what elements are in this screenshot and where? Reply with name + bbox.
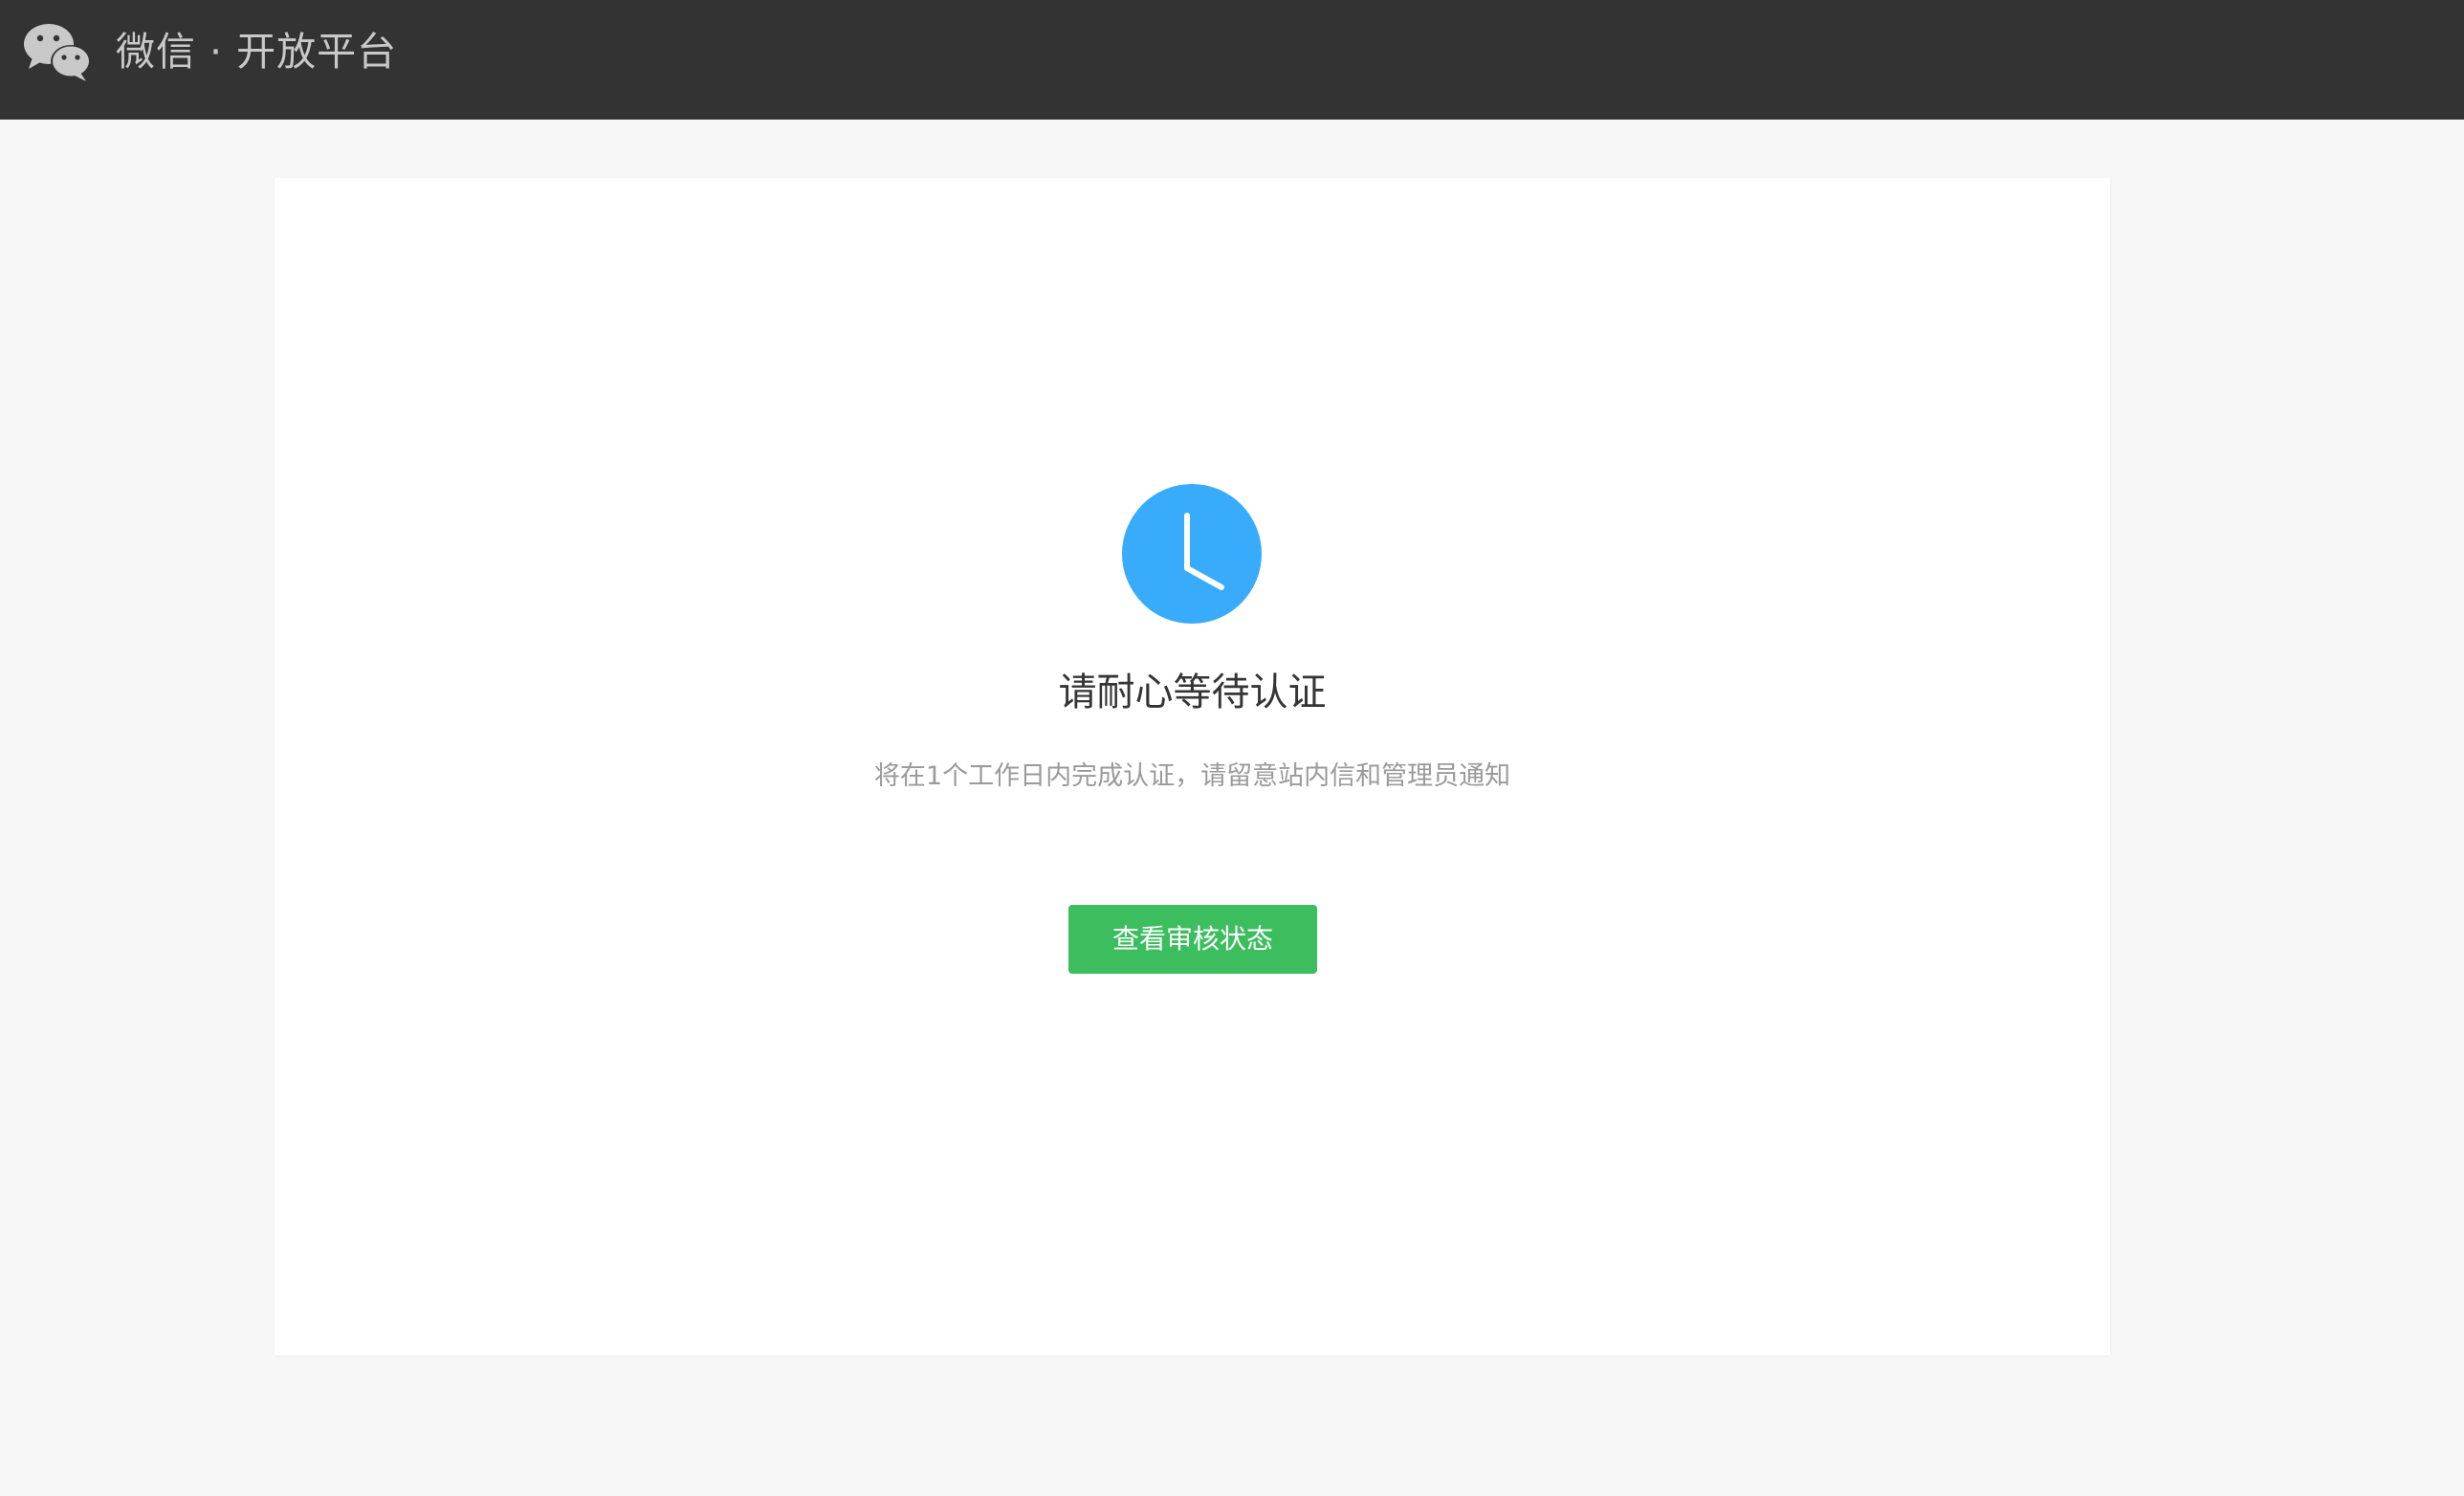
status-title: 请耐心等待认证 bbox=[1058, 671, 1327, 715]
status-description: 将在1个工作日内完成认证，请留意站内信和管理员通知 bbox=[873, 761, 1511, 791]
wechat-logo-icon[interactable] bbox=[23, 21, 92, 82]
top-header-bar: 微信 · 开放平台 bbox=[0, 0, 2464, 120]
clock-icon bbox=[1122, 484, 1262, 624]
platform-title[interactable]: 微信 · 开放平台 bbox=[116, 25, 397, 78]
status-card: 请耐心等待认证 将在1个工作日内完成认证，请留意站内信和管理员通知 查看审核状态 bbox=[275, 178, 2110, 1355]
check-review-status-button[interactable]: 查看审核状态 bbox=[1068, 905, 1317, 974]
